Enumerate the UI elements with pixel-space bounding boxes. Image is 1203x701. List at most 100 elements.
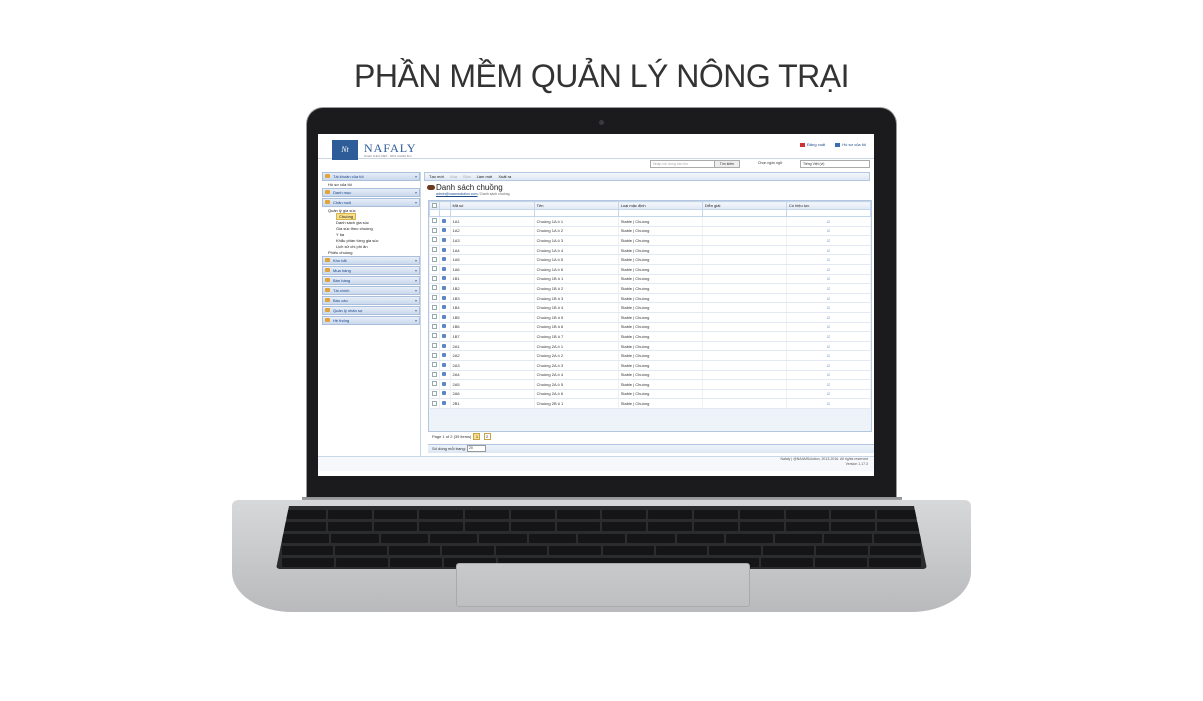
table-row[interactable]: 2A4 Chuồng 2A ô 4 Stable | Chuồng ☑ — [429, 370, 872, 381]
row-edit[interactable] — [439, 235, 451, 246]
sidebar-section-farming[interactable]: Chăn nuôi — [322, 198, 420, 207]
sidebar-section-catalog[interactable]: Danh mục — [322, 188, 420, 197]
logout-icon — [800, 142, 806, 147]
row-edit[interactable] — [439, 389, 451, 400]
sidebar-section-account[interactable]: Tài khoản của tôi — [322, 172, 420, 181]
column-header[interactable]: Có hiệu lực — [785, 201, 872, 210]
row-edit[interactable] — [439, 370, 451, 381]
row-edit[interactable] — [439, 274, 451, 285]
sidebar-section[interactable]: Mua hàng — [322, 266, 420, 275]
table-row[interactable]: 1B1 Chuồng 1B ô 1 Stable | Chuồng ☑ — [429, 274, 872, 285]
table-row[interactable]: 2A5 Chuồng 2A ô 5 Stable | Chuồng ☑ — [429, 379, 872, 390]
table-row[interactable]: 1A1 Chuồng 1A ô 1 Stable | Chuồng ☑ — [429, 216, 872, 227]
page-button[interactable]: 2 — [483, 433, 491, 440]
filter-input[interactable] — [533, 209, 619, 217]
row-checkbox[interactable] — [429, 216, 441, 227]
row-edit[interactable] — [439, 302, 451, 313]
table-row[interactable]: 2B1 Chuồng 2B ô 1 Stable | Chuồng ☑ — [429, 398, 872, 409]
row-edit[interactable] — [439, 341, 451, 352]
edit-icon — [442, 391, 447, 396]
row-checkbox[interactable] — [429, 226, 441, 237]
row-checkbox[interactable] — [429, 293, 441, 304]
row-checkbox[interactable] — [429, 398, 441, 409]
filter-input[interactable] — [701, 209, 787, 217]
sidebar-section[interactable]: Kho bãi — [322, 256, 420, 265]
table-row[interactable]: 2A1 Chuồng 2A ô 1 Stable | Chuồng ☑ — [429, 341, 872, 352]
row-edit[interactable] — [439, 264, 451, 275]
select-all-header[interactable] — [428, 201, 441, 210]
footer-version: Version 1.17.3 — [845, 462, 868, 466]
table-row[interactable]: 1B5 Chuồng 1B ô 5 Stable | Chuồng ☑ — [429, 312, 872, 323]
column-header[interactable]: Diễn giải — [701, 201, 787, 210]
column-header[interactable]: Tên — [533, 201, 619, 210]
sidebar-section[interactable]: Hệ thống — [322, 316, 420, 325]
check-icon: ☑ — [826, 381, 831, 387]
table-row[interactable]: 1B6 Chuồng 1B ô 6 Stable | Chuồng ☑ — [429, 322, 872, 333]
page-button[interactable]: 1 — [473, 433, 481, 440]
row-edit[interactable] — [439, 226, 451, 237]
breadcrumb-user[interactable]: admin@naamsolution.com — [436, 192, 478, 196]
table-row[interactable]: 2A2 Chuồng 2A ô 2 Stable | Chuồng ☑ — [429, 350, 872, 361]
table-row[interactable]: 1B3 Chuồng 1B ô 3 Stable | Chuồng ☑ — [429, 293, 872, 304]
column-header[interactable]: Mã số — [449, 201, 535, 210]
column-header[interactable]: Loại mặc định — [617, 201, 703, 210]
row-checkbox[interactable] — [429, 360, 441, 371]
row-edit[interactable] — [439, 245, 451, 256]
row-edit[interactable] — [439, 360, 451, 371]
edit-button[interactable]: Sửa — [463, 173, 471, 180]
row-edit[interactable] — [439, 216, 451, 227]
refresh-button[interactable]: Làm mới — [477, 173, 493, 180]
row-edit[interactable] — [439, 283, 451, 294]
row-edit[interactable] — [439, 254, 451, 265]
delete-button[interactable]: Xóa — [450, 173, 457, 180]
sidebar-section[interactable]: Tài chính — [322, 286, 420, 295]
row-checkbox[interactable] — [429, 264, 441, 275]
table-row[interactable]: 1A6 Chuồng 1A ô 6 Stable | Chuồng ☑ — [429, 264, 872, 275]
table-row[interactable]: 1A2 Chuồng 1A ô 2 Stable | Chuồng ☑ — [429, 226, 872, 237]
new-button[interactable]: Tạo mới — [429, 173, 444, 180]
row-checkbox[interactable] — [429, 254, 441, 265]
search-input[interactable]: Nhập nội dung cần tìm — [650, 160, 716, 168]
row-edit[interactable] — [439, 331, 451, 342]
row-checkbox[interactable] — [429, 331, 441, 342]
table-row[interactable]: 1B4 Chuồng 1B ô 4 Stable | Chuồng ☑ — [429, 302, 872, 313]
row-checkbox[interactable] — [429, 379, 441, 390]
table-row[interactable]: 2A3 Chuồng 2A ô 3 Stable | Chuồng ☑ — [429, 360, 872, 371]
row-checkbox[interactable] — [429, 370, 441, 381]
row-checkbox[interactable] — [429, 322, 441, 333]
search-button[interactable]: Tìm kiếm — [714, 160, 740, 168]
table-row[interactable]: 1A4 Chuồng 1A ô 4 Stable | Chuồng ☑ — [429, 245, 872, 256]
language-select[interactable]: Tiếng Việt (vi) — [800, 160, 870, 168]
row-edit[interactable] — [439, 379, 451, 390]
profile-link[interactable]: Hồ sơ của tôi — [835, 142, 866, 147]
filter-input[interactable] — [785, 209, 872, 217]
cell-description — [702, 274, 787, 285]
sidebar-section[interactable]: Quản lý nhân sự — [322, 306, 420, 315]
filter-input[interactable] — [449, 209, 535, 217]
row-checkbox[interactable] — [429, 283, 441, 294]
sidebar-section[interactable]: Bán hàng — [322, 276, 420, 285]
logout-link[interactable]: Đăng xuất — [800, 142, 825, 147]
table-row[interactable]: 2A6 Chuồng 2A ô 6 Stable | Chuồng ☑ — [429, 389, 872, 400]
row-edit[interactable] — [439, 312, 451, 323]
page-size-select[interactable]: 20 — [466, 445, 486, 453]
row-edit[interactable] — [439, 350, 451, 361]
row-edit[interactable] — [439, 293, 451, 304]
row-edit[interactable] — [439, 322, 451, 333]
row-checkbox[interactable] — [429, 274, 441, 285]
row-checkbox[interactable] — [429, 350, 441, 361]
row-checkbox[interactable] — [429, 312, 441, 323]
table-row[interactable]: 1A5 Chuồng 1A ô 5 Stable | Chuồng ☑ — [429, 254, 872, 265]
row-checkbox[interactable] — [429, 341, 441, 352]
table-row[interactable]: 1B2 Chuồng 1B ô 2 Stable | Chuồng ☑ — [429, 283, 872, 294]
filter-input[interactable] — [617, 209, 703, 217]
sidebar-section[interactable]: Báo cáo — [322, 296, 420, 305]
table-row[interactable]: 1B7 Chuồng 1B ô 7 Stable | Chuồng ☑ — [429, 331, 872, 342]
row-checkbox[interactable] — [429, 235, 441, 246]
table-row[interactable]: 1A3 Chuồng 1A ô 3 Stable | Chuồng ☑ — [429, 235, 872, 246]
row-checkbox[interactable] — [429, 389, 441, 400]
row-checkbox[interactable] — [429, 302, 441, 313]
export-button[interactable]: Xuất ra — [498, 173, 511, 180]
row-checkbox[interactable] — [429, 245, 441, 256]
row-edit[interactable] — [439, 398, 451, 409]
